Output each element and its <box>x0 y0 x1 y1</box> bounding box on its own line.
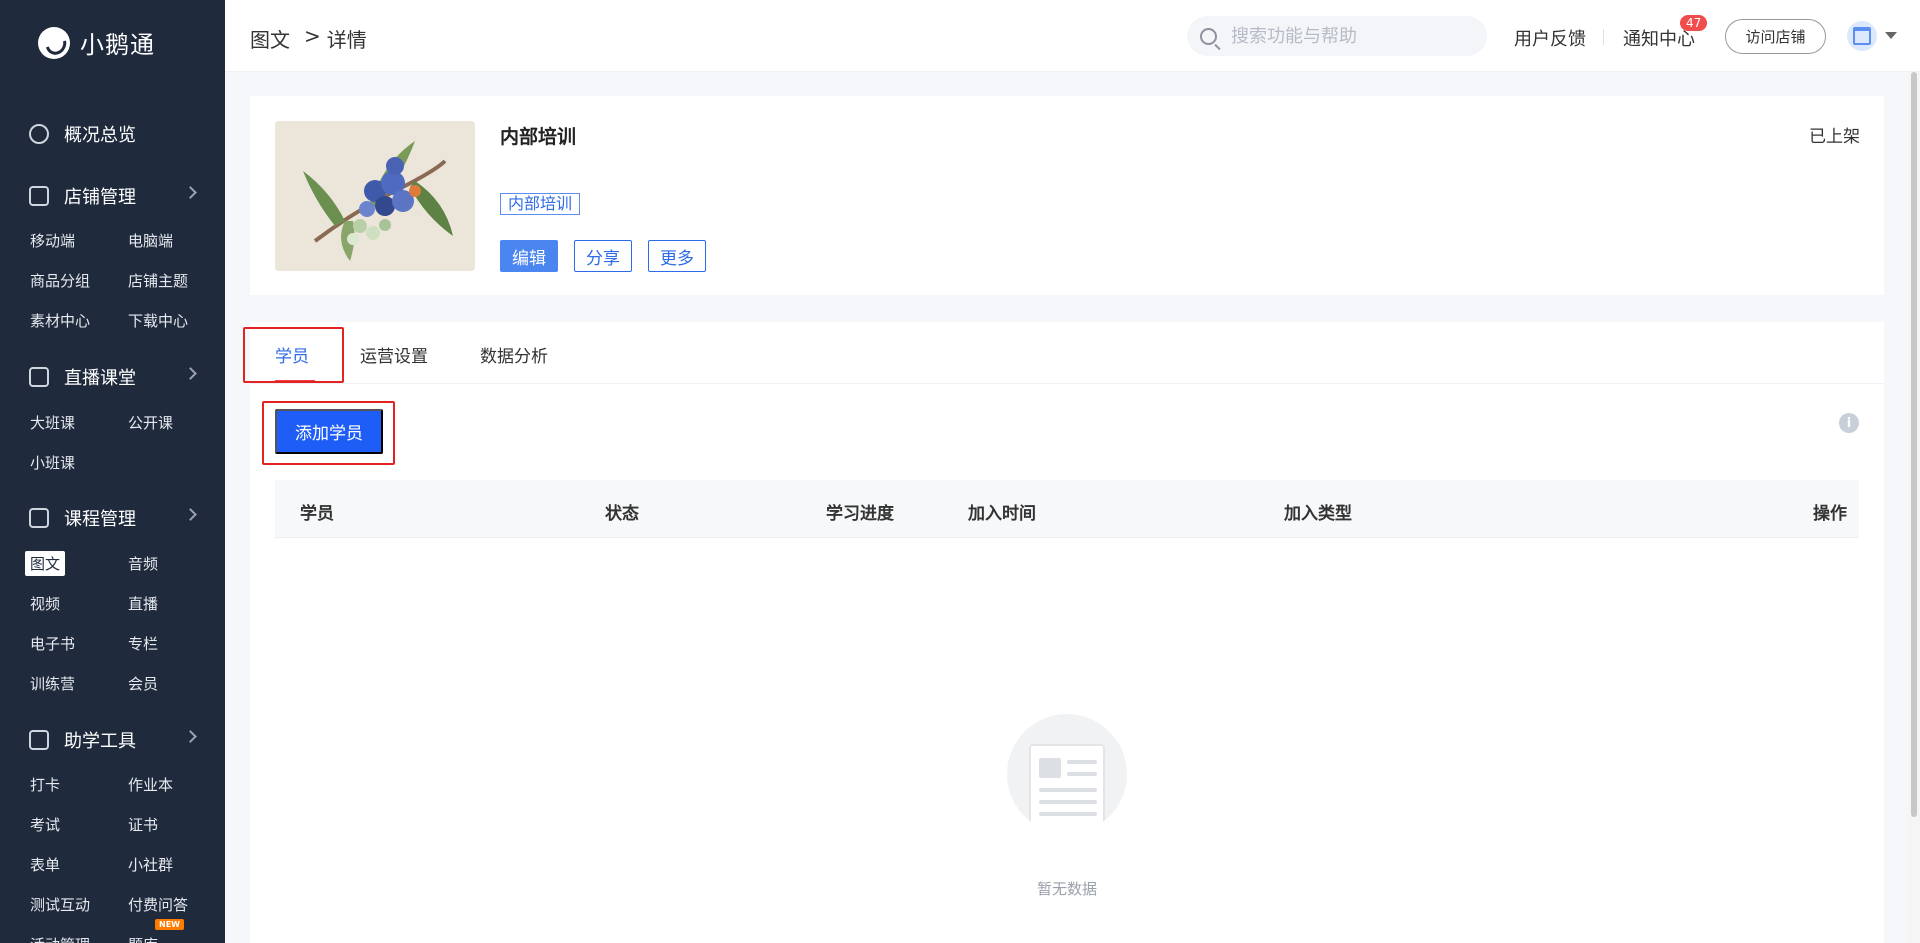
sidebar-subitem-homework[interactable]: 作业本 <box>128 774 173 795</box>
sidebar-subitem-question-bank[interactable]: 题库 <box>128 934 158 943</box>
sidebar-subitem-form[interactable]: 表单 <box>30 854 60 875</box>
column-header-student: 学员 <box>300 504 334 524</box>
sidebar-subitem-activity-management[interactable]: 活动管理 <box>30 934 90 943</box>
sidebar-item-course-management[interactable]: 课程管理 <box>0 498 225 538</box>
sidebar-subitem-small-class[interactable]: 小班课 <box>30 452 75 473</box>
column-header-progress: 学习进度 <box>826 504 894 524</box>
breadcrumb-item-detail: 详情 <box>326 28 367 52</box>
sidebar-item-label: 概况总览 <box>64 125 136 146</box>
publish-status: 已上架 <box>1809 127 1860 147</box>
empty-state-text: 暂无数据 <box>1036 880 1097 898</box>
empty-document-icon <box>1029 744 1105 834</box>
top-header: 图文 > 详情 用户反馈 通知中心 47 访问店铺 <box>225 0 1920 72</box>
tab-operation-settings[interactable]: 运营设置 <box>360 342 428 367</box>
chevron-right-icon <box>184 508 197 521</box>
search-icon <box>1200 27 1217 45</box>
sidebar-item-learning-tools[interactable]: 助学工具 <box>0 720 225 760</box>
column-header-status: 状态 <box>605 504 639 524</box>
document-icon <box>29 508 49 528</box>
tab-students[interactable]: 学员 <box>275 342 309 367</box>
sidebar-subitem-exam[interactable]: 考试 <box>30 814 60 835</box>
empty-state-icon <box>1007 714 1127 834</box>
sidebar: 小鹅通 概况总览 店铺管理 移动端 电脑端 商品分组 店铺主题 素材中心 下载中… <box>0 0 225 943</box>
chevron-down-icon[interactable] <box>1885 32 1897 39</box>
sidebar-subitem-video[interactable]: 视频 <box>30 593 60 614</box>
sidebar-subitem-certificate[interactable]: 证书 <box>128 814 158 835</box>
sidebar-subitem-mobile[interactable]: 移动端 <box>30 230 75 251</box>
column-header-join-type: 加入类型 <box>1284 504 1352 524</box>
sidebar-subitem-desktop[interactable]: 电脑端 <box>128 230 173 251</box>
sidebar-subitem-download-center[interactable]: 下载中心 <box>128 310 188 331</box>
tab-data-analysis[interactable]: 数据分析 <box>480 342 548 367</box>
brand-logo[interactable]: 小鹅通 <box>38 25 155 60</box>
column-header-actions: 操作 <box>1813 504 1847 524</box>
share-button[interactable]: 分享 <box>574 240 632 272</box>
edit-button[interactable]: 编辑 <box>500 240 558 272</box>
breadcrumb: 图文 > 详情 <box>250 24 367 53</box>
sidebar-item-label: 助学工具 <box>64 731 136 752</box>
sidebar-subitem-membership[interactable]: 会员 <box>128 673 158 694</box>
sidebar-item-overview[interactable]: 概况总览 <box>0 114 225 154</box>
sidebar-item-live-classroom[interactable]: 直播课堂 <box>0 357 225 397</box>
sidebar-subitem-training-camp[interactable]: 训练营 <box>30 673 75 694</box>
students-panel: 学员 运营设置 数据分析 添加学员 i 学员 状态 学习进度 加入时间 加入类型… <box>243 322 1884 943</box>
sidebar-item-label: 直播课堂 <box>64 368 136 389</box>
chevron-right-icon <box>184 730 197 743</box>
store-avatar-icon[interactable] <box>1847 21 1877 51</box>
scrollbar-thumb[interactable] <box>1911 72 1917 817</box>
product-title: 内部培训 <box>500 126 577 148</box>
sidebar-subitem-audio[interactable]: 音频 <box>128 553 158 574</box>
sidebar-subitem-column[interactable]: 专栏 <box>128 633 158 654</box>
column-header-join-time: 加入时间 <box>968 504 1036 524</box>
chevron-right-icon <box>184 186 197 199</box>
sidebar-subitem-paid-qa[interactable]: 付费问答 <box>128 894 188 915</box>
search-box[interactable] <box>1187 16 1487 56</box>
more-button[interactable]: 更多 <box>648 240 706 272</box>
chevron-right-icon <box>184 367 197 380</box>
active-tab-indicator <box>275 380 315 382</box>
sidebar-item-label: 店铺管理 <box>64 187 136 208</box>
sidebar-subitem-store-theme[interactable]: 店铺主题 <box>128 270 188 291</box>
main-scrollbar[interactable] <box>1908 72 1920 943</box>
store-icon <box>29 186 49 206</box>
goose-logo-icon <box>38 26 70 59</box>
sidebar-subitem-large-class[interactable]: 大班课 <box>30 412 75 433</box>
add-student-button[interactable]: 添加学员 <box>275 409 383 454</box>
feedback-link[interactable]: 用户反馈 <box>1514 25 1586 51</box>
sidebar-subitem-product-groups[interactable]: 商品分组 <box>30 270 90 291</box>
sidebar-item-label: 课程管理 <box>64 509 136 530</box>
cover-image <box>275 121 475 271</box>
sidebar-subitem-ebook[interactable]: 电子书 <box>30 633 75 654</box>
brand-name: 小鹅通 <box>80 31 155 59</box>
sidebar-subitem-media-center[interactable]: 素材中心 <box>30 310 90 331</box>
blueberry-illustration <box>275 121 475 271</box>
product-card: 内部培训 内部培训 编辑 分享 更多 已上架 <box>250 96 1884 295</box>
sidebar-subitem-live[interactable]: 直播 <box>128 593 158 614</box>
sidebar-subitem-checkin[interactable]: 打卡 <box>30 774 60 795</box>
breadcrumb-item-article[interactable]: 图文 <box>250 24 290 53</box>
product-tag: 内部培训 <box>500 193 581 215</box>
sidebar-subitem-community[interactable]: 小社群 <box>128 854 173 875</box>
pie-chart-icon <box>29 124 49 144</box>
tab-bar: 学员 运营设置 数据分析 <box>250 322 1884 384</box>
visit-store-button[interactable]: 访问店铺 <box>1725 19 1826 54</box>
table-header: 学员 状态 学习进度 加入时间 加入类型 操作 <box>275 480 1859 538</box>
sidebar-item-store-management[interactable]: 店铺管理 <box>0 176 225 216</box>
video-camera-icon <box>29 367 49 387</box>
header-divider <box>1603 29 1604 45</box>
search-input[interactable] <box>1231 25 1471 47</box>
sidebar-subitem-quiz-interaction[interactable]: 测试互动 <box>30 894 90 915</box>
toolbox-icon <box>29 730 49 750</box>
info-icon[interactable]: i <box>1839 413 1859 433</box>
sidebar-subitem-article[interactable]: 图文 <box>25 551 66 576</box>
sidebar-subitem-public-class[interactable]: 公开课 <box>128 412 173 433</box>
notification-count-badge: 47 <box>1680 15 1708 31</box>
breadcrumb-separator: > <box>304 24 321 48</box>
new-badge: NEW <box>155 919 184 930</box>
